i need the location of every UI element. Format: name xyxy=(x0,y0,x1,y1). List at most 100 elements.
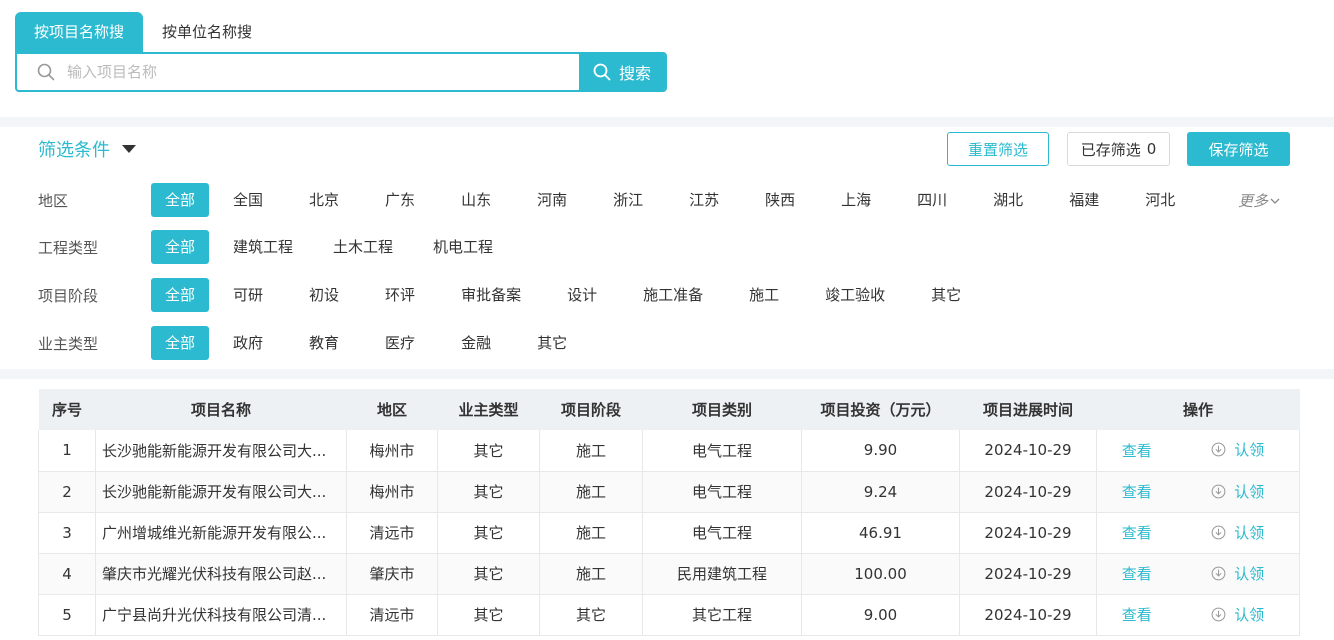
reset-filter-button[interactable]: 重置筛选 xyxy=(947,132,1049,166)
download-icon xyxy=(1211,484,1226,498)
row-action-claim: 认领 xyxy=(1176,594,1301,636)
filter-option[interactable]: 金融 xyxy=(449,326,503,360)
filter-label-owner-type: 业主类型 xyxy=(38,334,99,353)
row-category: 电气工程 xyxy=(642,471,802,513)
view-link[interactable]: 查看 xyxy=(1122,565,1152,583)
filter-option[interactable]: 可研 xyxy=(221,278,275,312)
filter-option[interactable]: 广东 xyxy=(373,183,427,217)
search-icon xyxy=(37,63,55,81)
row-project-name[interactable]: 长沙驰能新能源开发有限公司大... xyxy=(95,430,347,472)
row-project-name[interactable]: 广州增城维光新能源开发有限公... xyxy=(95,512,347,554)
filter-option[interactable]: 竣工验收 xyxy=(813,278,897,312)
table-row: 2 长沙驰能新能源开发有限公司大... 梅州市 其它 施工 电气工程 9.24 2024-10… xyxy=(38,471,1301,513)
filter-option[interactable]: 福建 xyxy=(1057,183,1111,217)
row-action-view: 查看 xyxy=(1096,553,1177,595)
row-region: 梅州市 xyxy=(346,471,438,513)
search-icon xyxy=(593,63,611,81)
filter-option[interactable]: 上海 xyxy=(829,183,883,217)
filter-option[interactable]: 江苏 xyxy=(677,183,731,217)
filter-option[interactable]: 建筑工程 xyxy=(221,230,305,264)
filter-option[interactable]: 四川 xyxy=(905,183,959,217)
row-stage: 其它 xyxy=(539,594,643,636)
filter-option[interactable]: 政府 xyxy=(221,326,275,360)
claim-button[interactable]: 认领 xyxy=(1211,604,1264,625)
filter-label-project-type: 工程类型 xyxy=(38,238,99,257)
row-index: 1 xyxy=(38,430,96,472)
filter-option[interactable]: 施工准备 xyxy=(631,278,715,312)
row-progress-time: 2024-10-29 xyxy=(959,512,1097,554)
view-link[interactable]: 查看 xyxy=(1122,524,1152,542)
filter-option[interactable]: 全部 xyxy=(151,230,210,264)
filter-option[interactable]: 机电工程 xyxy=(421,230,505,264)
row-stage: 施工 xyxy=(539,430,643,472)
filter-option[interactable]: 河南 xyxy=(525,183,579,217)
filter-option[interactable]: 全部 xyxy=(151,278,210,312)
row-category: 其它工程 xyxy=(642,594,802,636)
filter-option[interactable]: 初设 xyxy=(297,278,351,312)
filter-option[interactable]: 河北 xyxy=(1133,183,1187,217)
filter-option[interactable]: 全部 xyxy=(151,326,210,360)
filter-option[interactable]: 医疗 xyxy=(373,326,427,360)
filter-option[interactable]: 北京 xyxy=(297,183,351,217)
filter-option[interactable]: 陕西 xyxy=(753,183,807,217)
row-action-claim: 认领 xyxy=(1176,471,1301,513)
row-project-name[interactable]: 肇庆市光耀光伏科技有限公司赵... xyxy=(95,553,347,595)
row-progress-time: 2024-10-29 xyxy=(959,471,1097,513)
claim-button[interactable]: 认领 xyxy=(1211,439,1264,460)
claim-button[interactable]: 认领 xyxy=(1211,522,1264,543)
claim-label: 认领 xyxy=(1234,523,1265,542)
search-input[interactable] xyxy=(67,54,579,90)
filter-toggle[interactable]: 筛选条件 xyxy=(38,136,136,162)
filter-option[interactable]: 浙江 xyxy=(601,183,655,217)
row-investment: 9.24 xyxy=(801,471,960,513)
row-index: 5 xyxy=(38,594,96,636)
filter-option[interactable]: 其它 xyxy=(919,278,973,312)
row-investment: 9.90 xyxy=(801,430,960,472)
filter-option[interactable]: 施工 xyxy=(737,278,791,312)
row-owner-type: 其它 xyxy=(437,594,540,636)
filter-option[interactable]: 设计 xyxy=(555,278,609,312)
search-button-label: 搜索 xyxy=(618,64,651,83)
filter-option[interactable]: 山东 xyxy=(449,183,503,217)
filter-option[interactable]: 湖北 xyxy=(981,183,1035,217)
table-row: 3 广州增城维光新能源开发有限公... 清远市 其它 施工 电气工程 46.91 2024-1… xyxy=(38,512,1301,554)
row-owner-type: 其它 xyxy=(437,471,540,513)
row-index: 4 xyxy=(38,553,96,595)
row-action-view: 查看 xyxy=(1096,430,1177,472)
save-filter-button[interactable]: 保存筛选 xyxy=(1187,132,1290,166)
saved-filters-button[interactable]: 已存筛选 0 xyxy=(1067,132,1170,166)
claim-label: 认领 xyxy=(1234,564,1265,583)
filter-option[interactable]: 环评 xyxy=(373,278,427,312)
claim-button[interactable]: 认领 xyxy=(1211,481,1264,502)
filter-label-stage: 项目阶段 xyxy=(38,286,99,305)
claim-label: 认领 xyxy=(1234,482,1265,501)
row-region: 清远市 xyxy=(346,512,438,554)
table-row: 1 长沙驰能新能源开发有限公司大... 梅州市 其它 施工 电气工程 9.90 2024-10… xyxy=(38,430,1301,472)
row-action-claim: 认领 xyxy=(1176,512,1301,554)
claim-label: 认领 xyxy=(1234,441,1265,460)
tab-search-by-project[interactable]: 按项目名称搜 xyxy=(15,12,144,52)
filter-option[interactable]: 其它 xyxy=(525,326,579,360)
row-project-name[interactable]: 广宁县尚升光伏科技有限公司清... xyxy=(95,594,347,636)
row-project-name[interactable]: 长沙驰能新能源开发有限公司大... xyxy=(95,471,347,513)
filter-option[interactable]: 全国 xyxy=(221,183,275,217)
row-region: 清远市 xyxy=(346,594,438,636)
row-progress-time: 2024-10-29 xyxy=(959,594,1097,636)
row-owner-type: 其它 xyxy=(437,512,540,554)
filter-option[interactable]: 土木工程 xyxy=(321,230,405,264)
view-link[interactable]: 查看 xyxy=(1122,483,1152,501)
filter-option[interactable]: 教育 xyxy=(297,326,351,360)
search-tabs: 按项目名称搜 按单位名称搜 xyxy=(15,12,271,52)
filter-option[interactable]: 全部 xyxy=(151,183,210,217)
filter-option[interactable]: 审批备案 xyxy=(449,278,533,312)
row-stage: 施工 xyxy=(539,553,643,595)
more-regions-button[interactable]: 更多 xyxy=(1238,190,1280,211)
view-link[interactable]: 查看 xyxy=(1122,606,1152,624)
filter-row-project-type: 工程类型 全部 建筑工程 土木工程 机电工程 xyxy=(38,230,517,264)
search-button[interactable]: 搜索 xyxy=(579,54,665,90)
claim-button[interactable]: 认领 xyxy=(1211,563,1264,584)
col-header-region: 地区 xyxy=(346,389,438,430)
tab-search-by-company[interactable]: 按单位名称搜 xyxy=(143,12,271,52)
row-action-claim: 认领 xyxy=(1176,430,1301,472)
view-link[interactable]: 查看 xyxy=(1122,442,1152,460)
